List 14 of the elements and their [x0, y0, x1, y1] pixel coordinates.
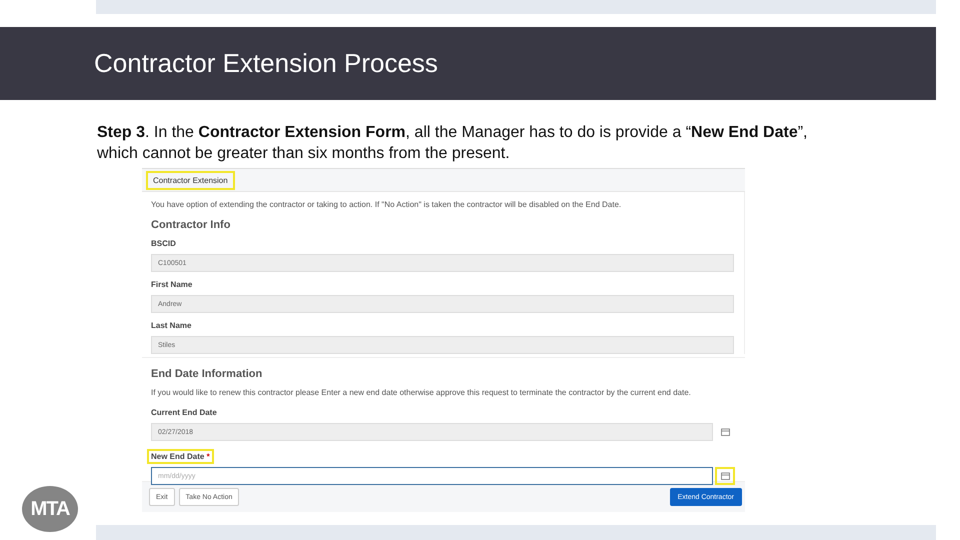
section-heading: End Date Information — [151, 368, 264, 380]
intro-text: If you would like to renew this contractor please Enter a new end date otherwise approve this request to terminate the contractor by the current end date. — [151, 388, 692, 397]
field-label: Last Name — [150, 320, 192, 332]
slide-title: Contractor Extension Process — [94, 48, 438, 79]
field-label: Current End Date — [150, 407, 218, 419]
field-label: New End Date * — [147, 449, 214, 464]
logo: MTA — [22, 486, 78, 532]
intro-text: You have option of extending the contractor or taking to action. If "No Action" is taken the contractor will be disabled on the End Date. — [151, 200, 622, 209]
calendar-icon[interactable] — [715, 467, 735, 485]
form-title: Contractor Extension — [146, 170, 235, 190]
field-label: BSCID — [150, 238, 177, 250]
section-heading: Contractor Info — [151, 219, 232, 231]
caption-text: Step 3. In the Contractor Extension Form, all the Manager has to do is provide a “New End Date”, which cannot be greater than six months from the present. — [97, 123, 808, 164]
field-label: First Name — [150, 279, 194, 291]
